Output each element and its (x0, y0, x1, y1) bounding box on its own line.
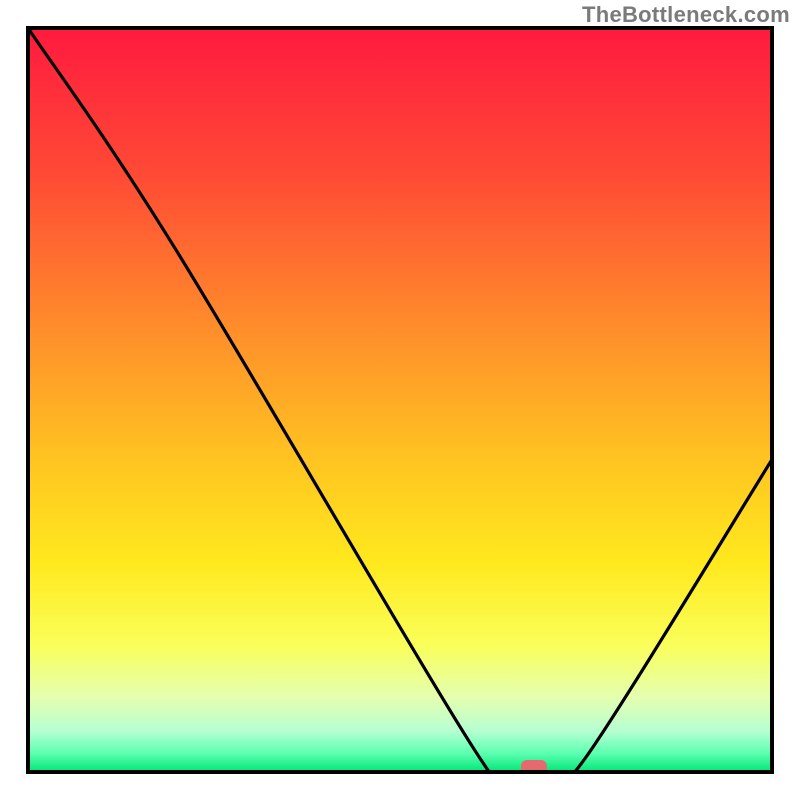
bottleneck-chart (0, 0, 800, 800)
gradient-background (28, 28, 772, 772)
chart-stage: TheBottleneck.com (0, 0, 800, 800)
